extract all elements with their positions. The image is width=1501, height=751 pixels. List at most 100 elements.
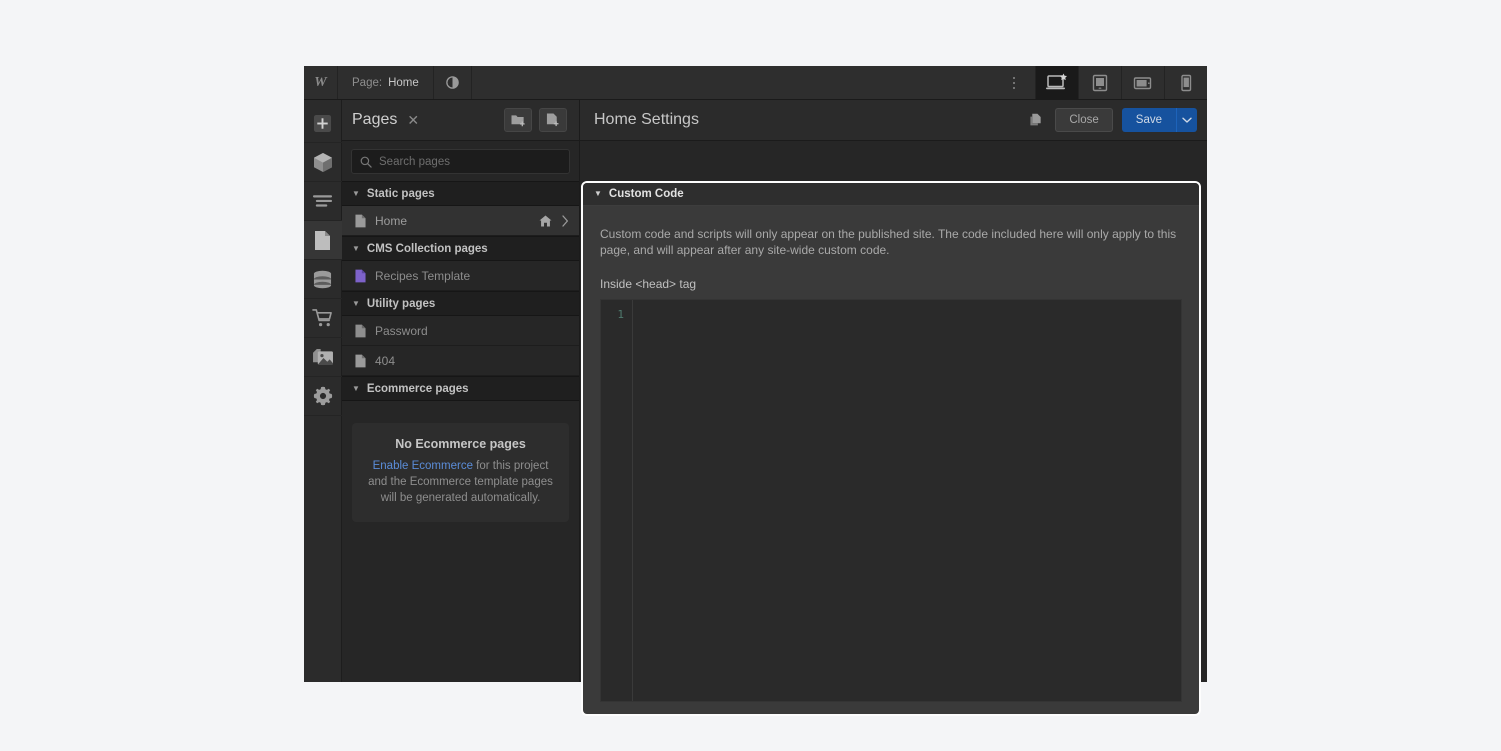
page-row-404[interactable]: 404	[342, 346, 579, 376]
designer-body: Pages ✕	[304, 100, 1207, 682]
search-container: Search pages	[342, 141, 579, 181]
section-label: CMS Collection pages	[367, 243, 488, 255]
plus-icon	[313, 114, 332, 133]
section-header-cms-collection-pages[interactable]: ▼ CMS Collection pages	[342, 236, 579, 261]
cube-icon	[313, 152, 333, 173]
section-header-utility-pages[interactable]: ▼ Utility pages	[342, 291, 579, 316]
empty-state-title: No Ecommerce pages	[368, 437, 553, 451]
section-label: Utility pages	[367, 298, 435, 310]
page-settings-header: Home Settings Close Save	[580, 100, 1207, 141]
page-row-password[interactable]: Password	[342, 316, 579, 346]
custom-code-description: Custom code and scripts will only appear…	[600, 226, 1182, 258]
tablet-icon	[1091, 74, 1109, 92]
webflow-logo[interactable]: W	[304, 66, 338, 99]
rail-item-add-panel[interactable]	[304, 104, 342, 143]
page-row-actions	[539, 215, 569, 227]
images-icon	[312, 348, 334, 367]
caret-down-icon: ▼	[352, 190, 360, 198]
page-row-home[interactable]: Home	[342, 206, 579, 236]
home-icon[interactable]	[539, 215, 552, 227]
caret-down-icon: ▼	[352, 385, 360, 393]
database-icon	[312, 270, 333, 289]
search-icon	[360, 156, 372, 168]
current-page-indicator[interactable]: Page: Home	[338, 66, 434, 99]
breakpoint-tablet[interactable]	[1078, 66, 1121, 99]
page-label: Page:	[352, 77, 382, 89]
left-icon-rail	[304, 100, 342, 682]
save-options-button[interactable]	[1176, 108, 1197, 132]
breakpoint-mobile[interactable]	[1164, 66, 1207, 99]
breakpoint-tablet-landscape[interactable]	[1121, 66, 1164, 99]
duplicate-icon	[1029, 113, 1043, 128]
pages-panel: Pages ✕	[342, 100, 580, 682]
preview-toggle-button[interactable]	[434, 66, 472, 99]
page-icon	[355, 324, 366, 338]
page-title: Home Settings	[594, 111, 699, 129]
new-folder-button[interactable]	[504, 108, 532, 132]
rail-item-ecommerce-panel[interactable]	[304, 299, 342, 338]
custom-code-body: Custom code and scripts will only appear…	[583, 206, 1199, 714]
head-tag-field-label: Inside <head> tag	[600, 277, 1182, 291]
breakpoint-desktop[interactable]	[1035, 66, 1078, 99]
caret-down-icon: ▼	[594, 190, 602, 198]
dot	[1013, 87, 1015, 89]
save-button-group: Save	[1122, 108, 1197, 132]
top-toolbar: W Page: Home	[304, 66, 1207, 100]
pages-panel-title: Pages	[352, 111, 397, 129]
rail-item-assets-panel[interactable]	[304, 338, 342, 377]
custom-code-title: Custom Code	[609, 188, 684, 200]
custom-code-section: ▼ Custom Code Custom code and scripts wi…	[581, 181, 1201, 716]
head-code-editor[interactable]: 1	[600, 299, 1182, 702]
new-page-button[interactable]	[539, 108, 567, 132]
cart-icon	[312, 308, 333, 328]
section-label: Static pages	[367, 188, 435, 200]
page-name: 404	[375, 354, 569, 368]
pages-panel-header: Pages ✕	[342, 100, 579, 141]
search-input[interactable]: Search pages	[351, 149, 570, 174]
search-placeholder: Search pages	[379, 156, 450, 168]
enable-ecommerce-link[interactable]: Enable Ecommerce	[373, 460, 473, 472]
more-options-button[interactable]	[993, 66, 1035, 99]
rail-item-cms-panel[interactable]	[304, 260, 342, 299]
close-button[interactable]: Close	[1055, 108, 1112, 132]
rail-item-components-panel[interactable]	[304, 143, 342, 182]
pages-list: ▼ Static pages Home	[342, 181, 579, 682]
dot	[1013, 82, 1015, 84]
desktop-starred-icon	[1045, 73, 1069, 92]
page-name: Password	[375, 324, 569, 338]
caret-down-icon: ▼	[352, 300, 360, 308]
new-page-icon	[546, 113, 560, 127]
page-name: Home	[375, 214, 530, 228]
page-name: Recipes Template	[375, 269, 569, 283]
close-icon[interactable]: ✕	[407, 113, 419, 127]
page-icon	[355, 269, 366, 283]
editor-code-area[interactable]	[633, 300, 1181, 701]
chevron-down-icon	[1182, 117, 1192, 124]
page-icon	[355, 354, 366, 368]
custom-code-header[interactable]: ▼ Custom Code	[583, 183, 1199, 206]
ecommerce-empty-state: No Ecommerce pages Enable Ecommerce for …	[352, 423, 569, 522]
line-number: 1	[601, 308, 624, 321]
chevron-right-icon[interactable]	[561, 215, 569, 227]
save-button[interactable]: Save	[1122, 108, 1176, 132]
page-icon	[355, 214, 366, 228]
tablet-landscape-icon	[1133, 75, 1153, 91]
caret-down-icon: ▼	[352, 245, 360, 253]
page-row-recipes-template[interactable]: Recipes Template	[342, 261, 579, 291]
toolbar-spacer	[472, 66, 993, 99]
rail-item-settings-panel[interactable]	[304, 377, 342, 416]
eye-icon	[445, 75, 460, 90]
empty-state-description: Enable Ecommerce for this project and th…	[368, 458, 553, 506]
new-folder-icon	[511, 113, 526, 127]
navigator-icon	[312, 194, 333, 208]
section-header-static-pages[interactable]: ▼ Static pages	[342, 181, 579, 206]
page-icon	[314, 230, 331, 251]
editor-gutter: 1	[601, 300, 633, 701]
duplicate-page-button[interactable]	[1023, 107, 1049, 133]
more-options-icon	[1013, 77, 1015, 79]
section-header-ecommerce-pages[interactable]: ▼ Ecommerce pages	[342, 376, 579, 401]
rail-item-pages-panel[interactable]	[304, 221, 342, 260]
page-name: Home	[388, 77, 419, 89]
rail-item-navigator-panel[interactable]	[304, 182, 342, 221]
gear-icon	[313, 386, 333, 406]
